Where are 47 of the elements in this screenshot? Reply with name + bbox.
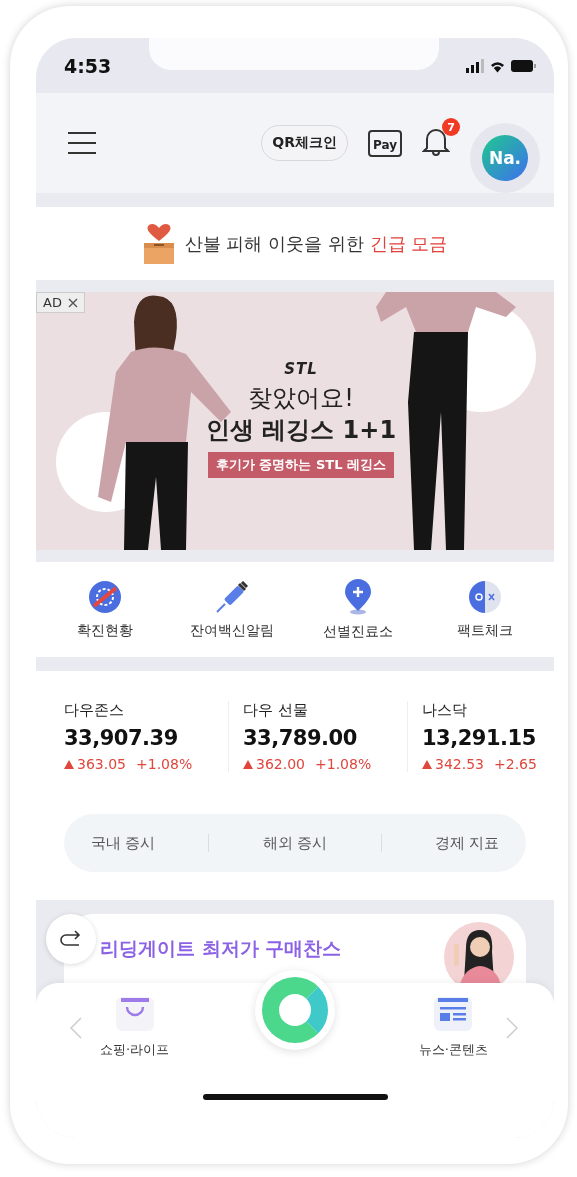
fact-check-icon[interactable] — [467, 579, 502, 614]
ad-tagline[interactable]: 후기가 증명하는 STL 레깅스 — [207, 452, 395, 478]
index-value: 33,907.39 — [64, 726, 179, 750]
virus-icon[interactable] — [88, 579, 123, 614]
market-tab[interactable]: 경제 지표 — [434, 833, 500, 853]
promo-title[interactable]: 리딩게이트 최저가 구매찬스 — [100, 936, 342, 983]
status-time: 4:53 — [64, 54, 112, 77]
nav-label[interactable]: 쇼핑·라이프 — [100, 1041, 170, 1059]
map-pin-icon[interactable] — [343, 578, 374, 615]
qr-checkin-button[interactable]: QR체크인 — [261, 125, 348, 161]
index-change: 362.00 — [256, 756, 305, 772]
pay-button[interactable]: Pay — [367, 129, 402, 157]
index-percent: +1.08% — [315, 756, 372, 772]
ad-headline: 찾았어요! — [248, 383, 354, 414]
notification-badge: 7 — [442, 118, 460, 136]
promo-card[interactable]: 리딩게이트 최저가 구매찬스 — [64, 914, 526, 983]
index-value: 33,789.00 — [243, 726, 358, 750]
index-value: 13,291.15 — [422, 726, 537, 750]
market-tab[interactable]: 국내 증시 — [90, 833, 156, 853]
index-name[interactable]: 다우존스 — [64, 701, 214, 720]
share-button[interactable] — [46, 914, 96, 964]
index-percent: +2.65 — [494, 756, 537, 772]
donation-box-icon — [142, 222, 175, 265]
shortcut-label[interactable]: 확진현황 — [77, 621, 134, 640]
shortcut-label[interactable]: 팩트체크 — [456, 621, 513, 640]
signal-icon — [466, 58, 484, 73]
market-tab[interactable]: 해외 증시 — [262, 833, 328, 853]
shopping-bag-icon[interactable] — [115, 997, 154, 1031]
index-change: 363.05 — [77, 756, 126, 772]
index-change: 342.53 — [435, 756, 484, 772]
share-icon — [59, 929, 83, 949]
ad-headline: 인생 레깅스 1+1 — [205, 415, 397, 446]
shortcut-label[interactable]: 선별진료소 — [323, 622, 394, 641]
index-name[interactable]: 다우 선물 — [243, 701, 393, 720]
ad-label: AD — [43, 295, 62, 310]
menu-icon[interactable] — [68, 132, 96, 154]
bell-icon[interactable] — [422, 126, 450, 156]
syringe-icon[interactable] — [214, 579, 249, 614]
donation-banner-text[interactable]: 산불 피해 이웃을 위한 긴급 모금 — [184, 231, 448, 256]
shortcut-label[interactable]: 잔여백신알림 — [189, 621, 274, 640]
nav-label[interactable]: 뉴스·콘텐츠 — [418, 1041, 488, 1059]
brand-logo: STL — [284, 360, 318, 378]
index-name[interactable]: 나스닥 — [422, 701, 554, 720]
close-icon[interactable] — [67, 297, 78, 308]
index-percent: +1.08% — [136, 756, 193, 772]
battery-icon — [511, 59, 536, 72]
newspaper-icon[interactable] — [434, 997, 473, 1031]
